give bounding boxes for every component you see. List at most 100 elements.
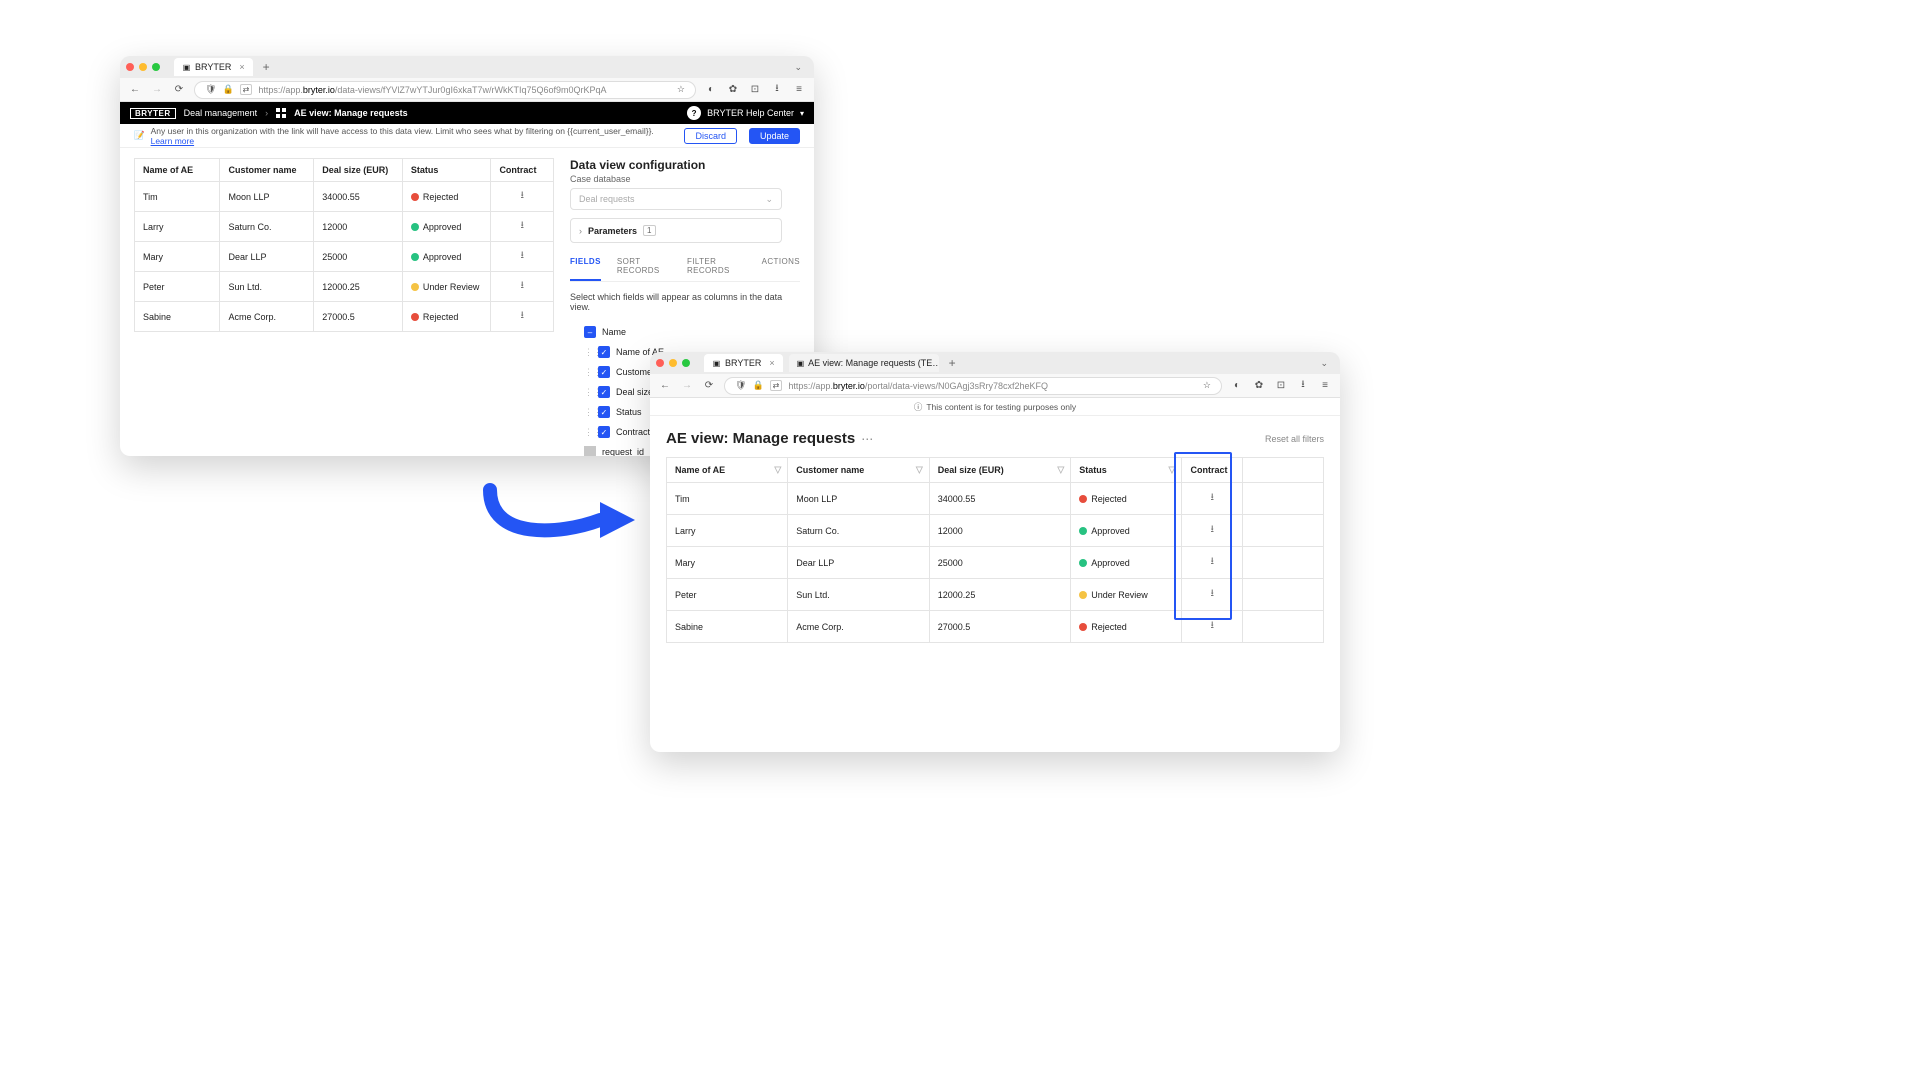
field-checkbox[interactable] (598, 406, 610, 418)
download-icon[interactable]: ⭳ (520, 190, 524, 201)
close-tab-icon[interactable]: × (239, 62, 244, 72)
drag-handle-icon[interactable]: ⋮⋮ (584, 347, 592, 358)
discard-button[interactable]: Discard (684, 128, 737, 144)
arrow-illustration (480, 480, 640, 550)
nav-forward-icon[interactable]: → (150, 83, 164, 97)
menu-icon[interactable]: ≡ (1318, 379, 1332, 393)
filter-icon[interactable]: ▽ (1057, 465, 1064, 476)
close-tab-icon[interactable]: × (769, 358, 774, 368)
table-header: Contract (491, 159, 554, 182)
tabs-overflow-icon[interactable]: ⌄ (788, 62, 808, 73)
tabstrip: ▣ BRYTER × ▣ AE view: Manage requests (T… (650, 352, 1340, 374)
download-icon[interactable]: ⭳ (770, 83, 784, 97)
window-controls[interactable] (126, 63, 160, 71)
table-header[interactable]: Deal size (EUR)▽ (929, 458, 1071, 483)
help-avatar[interactable]: ? (687, 106, 701, 120)
drag-handle-icon[interactable]: ⋮⋮ (584, 427, 592, 438)
table-row: Tim Moon LLP 34000.55 Rejected ⭳ (135, 182, 554, 212)
nav-forward-icon[interactable]: → (680, 379, 694, 393)
status-pill: Rejected (1079, 494, 1173, 504)
menu-icon[interactable]: ≡ (792, 83, 806, 97)
download-icon[interactable]: ⭳ (1296, 379, 1310, 393)
filter-icon[interactable]: ▽ (916, 465, 923, 476)
preview-table: Name of AECustomer nameDeal size (EUR)St… (134, 158, 554, 332)
drag-handle-icon[interactable]: ⋮⋮ (584, 407, 592, 418)
field-checkbox[interactable] (598, 426, 610, 438)
browser-tab-bryter[interactable]: ▣ BRYTER × (174, 58, 253, 76)
download-icon[interactable]: ⭳ (520, 310, 524, 321)
field-checkbox[interactable] (598, 366, 610, 378)
nav-back-icon[interactable]: ← (128, 83, 142, 97)
reload-icon[interactable]: ⟳ (172, 83, 186, 97)
window-controls[interactable] (656, 359, 690, 367)
field-checkbox[interactable] (598, 386, 610, 398)
new-tab-button[interactable]: + (259, 60, 274, 74)
extension-icon[interactable]: ◐ (1230, 379, 1244, 393)
download-icon[interactable]: ⭳ (520, 280, 524, 291)
gear-icon[interactable]: ✿ (1252, 379, 1266, 393)
field-checkbox[interactable] (584, 326, 596, 338)
config-tab[interactable]: FILTER RECORDS (687, 257, 746, 281)
gear-icon[interactable]: ✿ (726, 83, 740, 97)
breadcrumb-current: AE view: Manage requests (294, 108, 408, 118)
breadcrumb-parent[interactable]: Deal management (184, 108, 258, 118)
table-header[interactable]: Status▽ (1071, 458, 1182, 483)
download-icon[interactable]: ⭳ (520, 220, 524, 231)
download-icon[interactable]: ⭳ (520, 250, 524, 261)
new-tab-button[interactable]: + (945, 356, 960, 370)
table-row: Mary Dear LLP 25000 Approved ⭳ (135, 242, 554, 272)
help-center-link[interactable]: BRYTER Help Center (707, 108, 794, 118)
bryter-logo[interactable]: BRYTER (130, 108, 176, 119)
tab-favicon: ▣ (797, 359, 805, 368)
download-icon[interactable]: ⭳ (1211, 524, 1215, 535)
table-header[interactable]: Contract (1182, 458, 1243, 483)
portal-table: Name of AE▽Customer name▽Deal size (EUR)… (666, 457, 1324, 643)
table-row: Mary Dear LLP 25000 Approved ⭳ (667, 547, 1324, 579)
view-title: AE view: Manage requests (666, 430, 855, 447)
browser-tab-bryter[interactable]: ▣ BRYTER × (704, 354, 783, 372)
browser-tab-portal[interactable]: ▣ AE view: Manage requests (TE… × (789, 354, 939, 372)
update-button[interactable]: Update (749, 128, 800, 144)
reset-filters-link[interactable]: Reset all filters (1265, 434, 1324, 444)
extension-icon[interactable]: ◐ (704, 83, 718, 97)
table-row: Larry Saturn Co. 12000 Approved ⭳ (135, 212, 554, 242)
download-icon[interactable]: ⭳ (1211, 492, 1215, 503)
reload-icon[interactable]: ⟳ (702, 379, 716, 393)
field-checkbox[interactable] (598, 346, 610, 358)
config-tab[interactable]: SORT RECORDS (617, 257, 671, 281)
url-field[interactable]: 🛡 🔒 ⇄ https://app.bryter.io/portal/data-… (724, 377, 1222, 395)
table-header[interactable]: Customer name▽ (788, 458, 930, 483)
preview-table-pane: Name of AECustomer nameDeal size (EUR)St… (120, 148, 560, 456)
account-icon[interactable]: ⊡ (748, 83, 762, 97)
case-database-select[interactable]: Deal requests ⌄ (570, 188, 782, 210)
filter-icon[interactable]: ▽ (1169, 465, 1176, 476)
lock-icon: 🔒 (222, 84, 233, 95)
drag-handle-icon[interactable]: ⋮⋮ (584, 387, 592, 398)
star-icon[interactable]: ☆ (1203, 380, 1211, 391)
star-icon[interactable]: ☆ (677, 84, 685, 95)
download-icon[interactable]: ⭳ (1211, 588, 1215, 599)
parameters-toggle[interactable]: › Parameters 1 (570, 218, 782, 243)
config-tab[interactable]: FIELDS (570, 257, 601, 281)
tabs-overflow-icon[interactable]: ⌄ (1314, 358, 1334, 369)
status-pill: Approved (1079, 558, 1173, 568)
table-row: Peter Sun Ltd. 12000.25 Under Review ⭳ (667, 579, 1324, 611)
tab-favicon: ▣ (182, 63, 191, 72)
chevron-down-icon[interactable]: ▾ (800, 109, 804, 118)
account-icon[interactable]: ⊡ (1274, 379, 1288, 393)
config-tab[interactable]: ACTIONS (762, 257, 800, 281)
filter-icon[interactable]: ▽ (774, 465, 781, 476)
nav-back-icon[interactable]: ← (658, 379, 672, 393)
download-icon[interactable]: ⭳ (1211, 620, 1215, 631)
chevron-down-icon: ⌄ (765, 194, 773, 205)
status-pill: Rejected (1079, 622, 1173, 632)
drag-handle-icon[interactable]: ⋮⋮ (584, 367, 592, 378)
more-options-icon[interactable]: ⋯ (861, 432, 873, 446)
url-field[interactable]: 🛡 🔒 ⇄ https://app.bryter.io/data-views/f… (194, 81, 696, 99)
status-pill: Approved (1079, 526, 1173, 536)
status-dot-icon (411, 313, 419, 321)
status-pill: Rejected (411, 312, 483, 322)
learn-more-link[interactable]: Learn more (151, 136, 194, 146)
download-icon[interactable]: ⭳ (1211, 556, 1215, 567)
table-header[interactable]: Name of AE▽ (667, 458, 788, 483)
